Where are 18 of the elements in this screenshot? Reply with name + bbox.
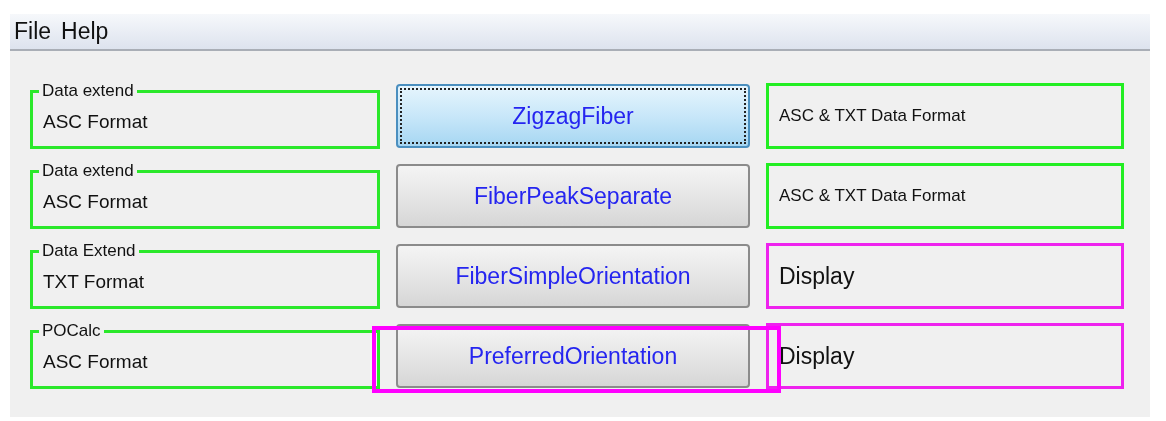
info-label: ASC & TXT Data Format: [779, 106, 966, 126]
group-label: ASC Format: [43, 350, 148, 373]
action-button[interactable]: PreferredOrientation: [396, 324, 750, 388]
menu-item[interactable]: Help: [61, 18, 109, 45]
action-button[interactable]: FiberSimpleOrientation: [396, 244, 750, 308]
info-label: ASC & TXT Data Format: [779, 186, 966, 206]
group-title: POCalc: [41, 323, 102, 339]
action-button[interactable]: FiberPeakSeparate: [396, 164, 750, 228]
menu-item[interactable]: File: [14, 18, 52, 45]
group-label: ASC Format: [43, 110, 148, 133]
group-title: Data extend: [41, 83, 135, 99]
action-button[interactable]: ZigzagFiber: [396, 84, 750, 148]
group-title: Data Extend: [41, 243, 137, 259]
group-label: ASC Format: [43, 190, 148, 213]
info-label: Display: [779, 262, 855, 290]
group-title: Data extend: [41, 163, 135, 179]
info-label: Display: [779, 342, 855, 370]
group-label: TXT Format: [43, 270, 144, 293]
